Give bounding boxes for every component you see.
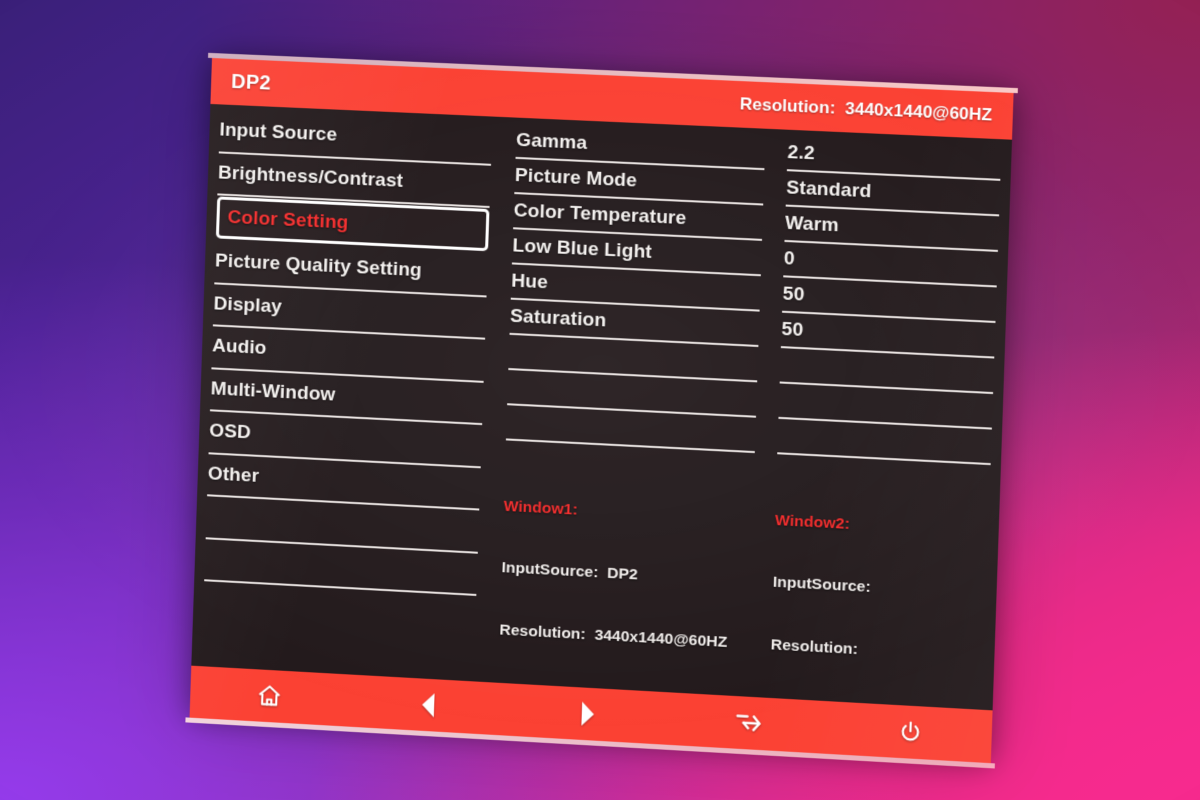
arrow-left-button[interactable] bbox=[348, 674, 509, 735]
window1-input-source: InputSource: DP2 bbox=[501, 558, 751, 592]
window2-resolution-label: Resolution: bbox=[770, 636, 859, 659]
submenu-item-label: Low Blue Light bbox=[512, 234, 653, 263]
submenu-item-value: 2.2 bbox=[787, 141, 816, 164]
submenu-item-value: Warm bbox=[784, 212, 840, 236]
home-icon bbox=[256, 682, 283, 709]
menu-item-label: OSD bbox=[208, 420, 252, 444]
osd-body: Input Source Brightness/Contrast Color S… bbox=[191, 104, 1012, 710]
arrow-right-button[interactable] bbox=[507, 683, 669, 744]
submenu-item-value: Standard bbox=[785, 176, 872, 202]
exit-button[interactable] bbox=[667, 692, 830, 754]
window1-info-block: Window1: InputSource: DP2 Resolution: 34… bbox=[498, 455, 755, 697]
window2-title: Window2: bbox=[774, 511, 851, 533]
home-button[interactable] bbox=[190, 666, 350, 727]
arrow-left-icon bbox=[418, 691, 439, 718]
menu-item-label: Multi-Window bbox=[210, 378, 336, 406]
submenu-item-label: Gamma bbox=[515, 129, 588, 154]
window1-resolution-value: 3440x1440@60HZ bbox=[594, 626, 728, 652]
submenu-item-label: Saturation bbox=[509, 305, 607, 332]
power-icon bbox=[898, 719, 923, 745]
submenu-item-label: Picture Mode bbox=[514, 164, 638, 192]
submenu-value-column: 2.2 Standard Warm 0 50 50 Window2: Input… bbox=[757, 135, 1002, 710]
resolution-readout: Resolution: 3440x1440@60HZ bbox=[740, 94, 999, 126]
menu-item-label: Input Source bbox=[219, 119, 338, 146]
main-menu-column: Input Source Brightness/Contrast Color S… bbox=[201, 110, 506, 682]
window2-input-source: InputSource: bbox=[772, 573, 986, 605]
osd-screen: DP2 Resolution: 3440x1440@60HZ Input Sou… bbox=[189, 58, 1014, 764]
menu-item-label: Picture Quality Setting bbox=[214, 250, 423, 282]
resolution-value: 3440x1440@60HZ bbox=[844, 98, 993, 125]
window1-resolution-label: Resolution: bbox=[499, 621, 587, 644]
submenu-item-label: Hue bbox=[510, 270, 549, 293]
menu-item-label: Display bbox=[213, 293, 283, 318]
window2-resolution: Resolution: bbox=[770, 635, 984, 668]
monitor-osd-panel: DP2 Resolution: 3440x1440@60HZ Input Sou… bbox=[189, 58, 1014, 764]
input-source-title: DP2 bbox=[230, 70, 272, 95]
submenu-item-value: 50 bbox=[781, 318, 804, 341]
photo-backdrop: DP2 Resolution: 3440x1440@60HZ Input Sou… bbox=[0, 0, 1200, 800]
submenu-label-column: Gamma Picture Mode Color Temperature Low… bbox=[488, 123, 776, 697]
arrow-right-icon bbox=[577, 700, 598, 727]
window1-input-source-label: InputSource: bbox=[501, 559, 599, 582]
resolution-label: Resolution: bbox=[739, 94, 836, 118]
menu-item-label: Color Setting bbox=[227, 206, 349, 234]
window2-input-source-label: InputSource: bbox=[772, 573, 871, 597]
window1-input-source-value: DP2 bbox=[606, 565, 639, 584]
submenu-item-label: Color Temperature bbox=[513, 199, 687, 229]
submenu-item-value: 50 bbox=[782, 283, 805, 306]
exit-icon bbox=[734, 709, 763, 737]
window2-info-block: Window2: InputSource: Resolution: bbox=[769, 469, 990, 710]
submenu-item-value: 0 bbox=[783, 247, 796, 270]
power-button[interactable] bbox=[828, 701, 992, 763]
menu-item-label: Other bbox=[207, 463, 260, 487]
menu-item-label: Audio bbox=[211, 335, 267, 360]
window1-resolution: Resolution: 3440x1440@60HZ bbox=[499, 621, 749, 655]
window1-title: Window1: bbox=[503, 497, 578, 519]
menu-item-label: Brightness/Contrast bbox=[217, 162, 404, 192]
